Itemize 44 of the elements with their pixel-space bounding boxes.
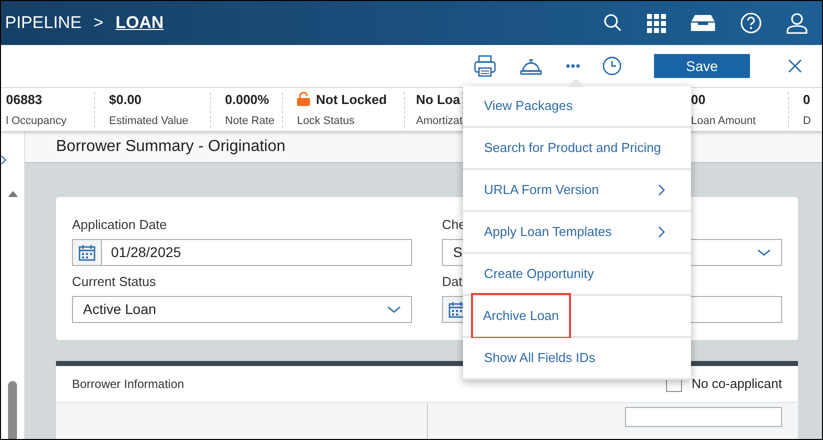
- checkbox-label: No co-applicant: [692, 375, 782, 394]
- chevron-down-icon: [757, 248, 771, 256]
- menu-pointer-icon: [568, 79, 584, 87]
- field-label: Application Date: [72, 217, 167, 233]
- breadcrumb-separator: >: [94, 12, 104, 34]
- chevron-right-icon[interactable]: [1, 155, 6, 165]
- input-field[interactable]: [625, 407, 782, 427]
- save-button[interactable]: Save: [654, 54, 750, 78]
- close-icon[interactable]: [788, 59, 802, 73]
- select-field[interactable]: Active Loan: [72, 296, 412, 323]
- breadcrumb-link[interactable]: PIPELINE: [5, 10, 82, 36]
- scrollbar-thumb[interactable]: [8, 381, 17, 439]
- summary-label: Lock Status: [297, 114, 354, 129]
- summary-label: l Occupancy: [6, 114, 67, 129]
- summary-label: Note Rate: [225, 114, 275, 129]
- summary-value: Not Locked: [316, 90, 387, 108]
- summary-value: 06883: [6, 90, 42, 108]
- help-icon[interactable]: [740, 12, 762, 34]
- search-icon[interactable]: [603, 13, 623, 33]
- summary-value: $0.00: [109, 90, 142, 108]
- more-icon[interactable]: [566, 64, 580, 68]
- summary-value: No Loa: [416, 90, 460, 108]
- field-label: Current Status: [72, 274, 156, 290]
- summary-value: 0: [803, 90, 810, 108]
- grid-icon[interactable]: [647, 14, 666, 32]
- summary-label: Estimated Value: [109, 114, 188, 129]
- summary-value: 0.000%: [225, 90, 270, 108]
- scroll-up-icon[interactable]: [8, 191, 18, 197]
- field-label: Dat: [442, 274, 462, 290]
- clock-icon[interactable]: [602, 56, 622, 76]
- calendar-icon: [78, 244, 96, 261]
- open-lock-icon: [297, 92, 310, 106]
- tray-icon[interactable]: [690, 13, 716, 33]
- section-title: Borrower Summary - Origination: [56, 136, 286, 156]
- summary-label: Amortizat: [416, 114, 462, 129]
- chevron-down-icon: [387, 306, 401, 314]
- summary-label: D: [803, 114, 811, 129]
- printer-icon[interactable]: [474, 55, 496, 77]
- breadcrumb-link[interactable]: LOAN: [115, 10, 164, 36]
- date-field[interactable]: 01/28/2025: [72, 239, 412, 266]
- card-title: Borrower Information: [72, 376, 184, 393]
- user-icon[interactable]: [786, 12, 808, 34]
- summary-value: 00: [691, 90, 706, 108]
- summary-label: Loan Amount: [691, 114, 756, 129]
